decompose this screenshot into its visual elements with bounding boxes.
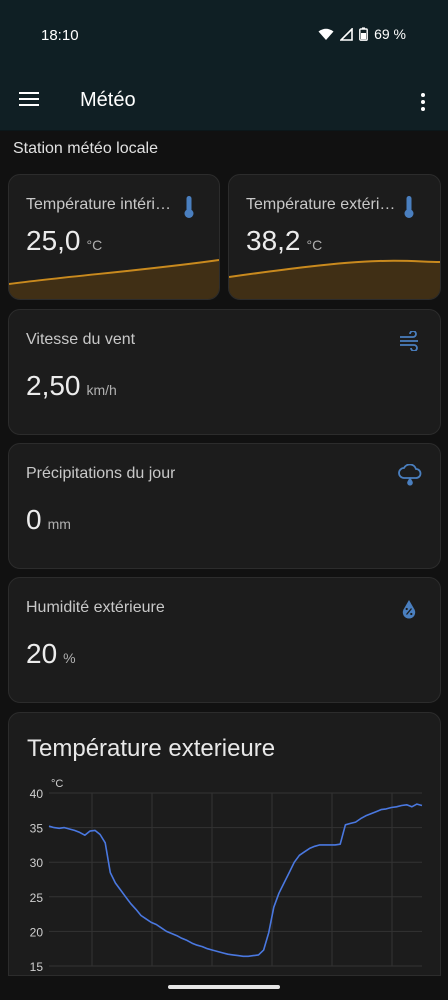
card-vitesse-vent[interactable]: Vitesse du vent 2,50 km/h — [8, 309, 441, 435]
card-value: 2,50 km/h — [26, 370, 117, 402]
sparkline — [9, 259, 219, 299]
status-icons: 69 % — [318, 26, 406, 42]
status-time: 18:10 — [41, 27, 79, 44]
y-tick-label: 25 — [30, 891, 44, 905]
y-tick-label: 30 — [30, 856, 44, 870]
status-bar: 18:10 69 % — [0, 0, 448, 70]
section-title: Station météo locale — [13, 140, 158, 157]
battery-level: 69 % — [374, 26, 406, 42]
y-tick-label: 15 — [30, 960, 44, 974]
y-axis-unit-label: °C — [51, 778, 63, 790]
thermometer-icon — [184, 196, 194, 218]
card-precipitations[interactable]: Précipitations du jour 0 mm — [8, 443, 441, 569]
y-tick-label: 40 — [30, 787, 44, 801]
app-bar: Météo — [0, 70, 448, 131]
card-value: 0 mm — [26, 504, 71, 536]
card-temperature-exterieure[interactable]: Température extérieure 38,2 °C — [228, 174, 441, 300]
sparkline — [229, 259, 440, 299]
series-line — [48, 803, 423, 958]
wind-icon — [400, 331, 418, 351]
home-indicator[interactable] — [168, 985, 280, 989]
card-temperature-interieure[interactable]: Température intérieure 25,0 °C — [8, 174, 220, 300]
more-options-icon[interactable] — [420, 92, 426, 112]
chart-card[interactable]: Température exterieure 15 20 25 30 35 40 °C — [8, 712, 441, 976]
chart-title: Température exterieure — [27, 735, 276, 762]
card-label: Température extérieure — [246, 196, 396, 213]
value-text: 2,50 — [26, 370, 81, 401]
rain-cloud-icon — [398, 464, 422, 486]
card-value: 20% — [26, 638, 76, 670]
thermometer-icon — [404, 196, 414, 218]
value-text: 20 — [26, 638, 58, 669]
card-label: Température intérieure — [26, 196, 176, 213]
card-label: Précipitations du jour — [26, 465, 176, 482]
card-label: Vitesse du vent — [26, 331, 136, 348]
unit-text: km/h — [86, 382, 117, 398]
card-humidite[interactable]: Humidité extérieure 20% — [8, 577, 441, 703]
menu-icon[interactable] — [18, 90, 40, 108]
wifi-icon — [318, 28, 334, 40]
y-tick-label: 35 — [30, 822, 44, 836]
unit-text: % — [63, 650, 76, 666]
y-tick-label: 20 — [30, 925, 44, 939]
page-title: Météo — [80, 89, 136, 111]
signal-icon — [340, 27, 353, 41]
card-label: Humidité extérieure — [26, 599, 165, 616]
value-text: 0 — [26, 504, 42, 535]
battery-icon — [359, 27, 368, 41]
temperature-chart: 15 20 25 30 35 40 °C — [30, 778, 423, 974]
humidity-drop-icon — [402, 600, 416, 619]
unit-text: mm — [47, 516, 71, 532]
